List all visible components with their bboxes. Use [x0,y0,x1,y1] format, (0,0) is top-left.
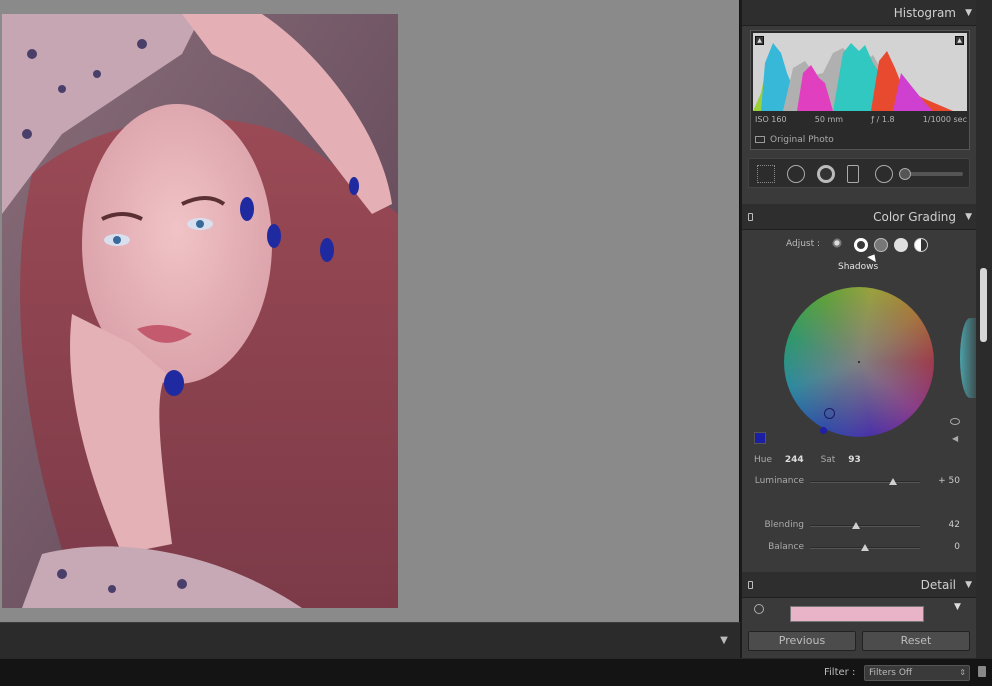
highlights-mode-icon[interactable] [894,238,908,252]
color-grading-body: Adjust : Shadows ◀ Hue 244 Sat 93 Lumina… [746,230,980,570]
histogram-display[interactable]: ▲ ▲ ISO 160 50 mm ƒ / 1.8 1/1000 sec Ori… [750,30,970,150]
shadows-color-wheel[interactable] [784,287,934,437]
shadows-mode-icon[interactable] [854,238,868,252]
radial-filter-icon[interactable] [875,165,893,183]
histogram-panel-header[interactable]: Histogram ▼ [742,0,982,26]
toolbar-menu-chevron-icon[interactable]: ▼ [716,633,732,649]
wheel-outer-dot[interactable] [820,427,827,434]
tool-strip [748,158,970,188]
blending-thumb[interactable] [852,522,861,529]
balance-slider[interactable] [810,544,920,551]
blending-label: Blending [764,520,804,530]
exif-info: ISO 160 50 mm ƒ / 1.8 1/1000 sec [755,115,967,124]
detail-body: ▼ [746,598,972,624]
graduated-filter-icon[interactable] [847,165,859,183]
previous-button[interactable]: Previous [748,631,856,651]
luminance-value[interactable]: + 50 [938,476,960,486]
histogram-title: Histogram [893,6,956,20]
highlight-clipping-indicator-icon[interactable]: ▲ [955,36,964,45]
portrait-image [2,14,398,608]
shutter-text: 1/1000 sec [922,115,967,124]
shadow-clipping-indicator-icon[interactable]: ▲ [755,36,764,45]
spot-removal-icon[interactable] [787,165,805,183]
checkbox-icon[interactable] [755,136,765,143]
midtones-mode-icon[interactable] [874,238,888,252]
blending-slider-row: Blending 42 [746,520,972,534]
filter-label: Filter : [824,667,856,678]
hue-label: Hue [754,455,773,465]
luminance-label: Luminance [754,476,804,486]
sat-value[interactable]: 93 [848,455,861,465]
wheel-center-marker [858,361,860,363]
adjust-label: Adjust : [786,239,821,249]
red-eye-icon[interactable] [817,165,835,183]
hue-sat-readout: Hue 244 Sat 93 [754,455,875,465]
panel-switch-icon[interactable] [748,213,753,221]
wheel-hue-sat-handle[interactable] [824,408,835,419]
filter-bar: Filter : Filters Off ⇕ [0,658,992,686]
color-grading-panel-header[interactable]: Color Grading ▼ [742,204,982,230]
iso-text: ISO 160 [755,115,787,124]
color-swatch[interactable] [754,432,766,444]
adjustment-brush-slider[interactable] [903,172,963,176]
luminance-thumb[interactable] [888,478,897,485]
lock-icon[interactable] [978,666,986,677]
portrait-photo[interactable] [2,14,398,608]
balance-slider-row: Balance 0 [746,542,972,556]
filter-dropdown[interactable]: Filters Off ⇕ [864,665,970,681]
bottom-toolbar: ▼ [0,622,740,658]
develop-right-panel: Histogram ▼ ▲ ▲ ISO 160 50 mm ƒ / 1.8 1/… [742,0,992,658]
color-grading-title: Color Grading [873,210,956,224]
global-mode-icon[interactable] [914,238,928,252]
blending-value[interactable]: 42 [949,520,960,530]
hue-value[interactable]: 244 [785,455,804,465]
luminance-slider-row: Luminance + 50 [746,476,972,490]
dropdown-caret-icon: ⇕ [959,668,966,677]
collapse-triangle-icon[interactable]: ▼ [965,204,972,230]
detail-preview-toggle-icon[interactable]: ▼ [954,602,961,612]
lightroom-develop-window: ▼ Histogram ▼ ▲ ▲ ISO 160 50 mm ƒ / 1.8 … [0,0,992,686]
three-way-mode-icon[interactable] [832,238,846,252]
scrollbar-thumb[interactable] [980,268,987,342]
balance-label: Balance [768,542,804,552]
expand-arrow-icon[interactable]: ◀ [952,434,958,443]
adjustment-brush-icon[interactable] [899,168,911,180]
target-adjust-icon[interactable] [754,604,764,614]
detail-panel-header[interactable]: Detail ▼ [742,572,982,598]
histogram-graph: ▲ ▲ [753,33,967,111]
panel-switch-icon[interactable] [748,581,753,589]
collapse-triangle-icon[interactable]: ▼ [965,572,972,598]
sat-label: Sat [820,455,836,465]
focal-text: 50 mm [814,115,844,124]
eye-icon[interactable] [950,418,960,425]
image-canvas[interactable] [0,0,740,622]
luminance-slider[interactable] [810,478,920,485]
blending-slider[interactable] [810,522,920,529]
balance-thumb[interactable] [861,544,869,551]
original-photo-checkbox[interactable]: Original Photo [755,135,834,145]
right-panel-scrollbar[interactable] [976,0,992,658]
filter-value: Filters Off [869,668,913,678]
detail-title: Detail [920,578,956,592]
collapse-triangle-icon[interactable]: ▼ [965,0,972,26]
reset-button[interactable]: Reset [862,631,970,651]
mode-caption: Shadows [838,262,879,272]
original-photo-label: Original Photo [770,135,834,145]
adjust-mode-row: Adjust : [746,236,972,254]
detail-preview-swatch[interactable] [790,606,924,622]
crop-overlay-icon[interactable] [757,165,775,183]
balance-value[interactable]: 0 [954,542,960,552]
aperture-text: ƒ / 1.8 [871,115,895,124]
